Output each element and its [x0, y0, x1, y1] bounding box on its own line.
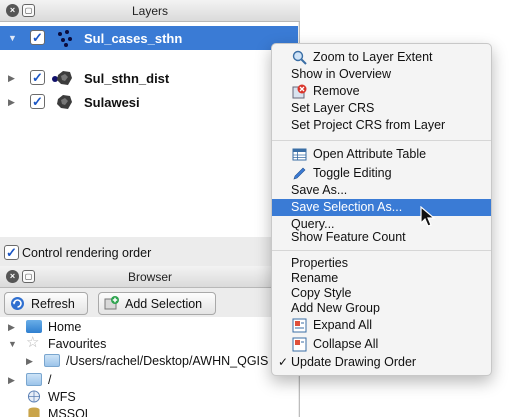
collapse-triangle-icon[interactable]: ▶	[26, 356, 33, 367]
control-rendering-order-label: Control rendering order	[22, 246, 152, 260]
expand-triangle-icon[interactable]: ▼	[8, 339, 17, 349]
menu-item-label: Collapse All	[313, 337, 379, 351]
menu-item-label: Open Attribute Table	[313, 147, 427, 161]
menu-item-label: Remove	[313, 84, 360, 98]
expand-icon	[292, 318, 307, 333]
browser-item-label: /	[48, 373, 52, 387]
folder-icon	[44, 354, 60, 367]
layer-checkbox[interactable]: ✓	[30, 30, 45, 45]
dock-column: × ▢ Layers ▼ ✓ Sul_cases_sthn ▶ ✓ Sul_st…	[0, 0, 300, 417]
menu-item-save-as[interactable]: Save As...	[272, 182, 491, 199]
collapse-triangle-icon[interactable]: ▶	[8, 73, 15, 84]
menu-item-label: Toggle Editing	[313, 166, 392, 180]
browser-panel-title: Browser	[127, 270, 172, 284]
browser-item-label: MSSQL	[48, 407, 92, 417]
collapse-triangle-icon[interactable]: ▶	[8, 322, 15, 333]
checkmark-icon: ✓	[278, 355, 289, 369]
browser-item-label: Home	[48, 320, 82, 334]
folder-icon	[26, 320, 42, 333]
layer-context-menu: Zoom to Layer Extent Show in Overview Re…	[271, 43, 492, 376]
mouse-cursor-icon	[420, 206, 436, 227]
menu-item-toggle-editing[interactable]: Toggle Editing	[272, 165, 491, 182]
collapse-triangle-icon[interactable]: ▶	[8, 97, 15, 108]
control-rendering-order[interactable]: ✓ Control rendering order	[0, 242, 298, 264]
browser-toolbar: Refresh Add Selection	[0, 289, 298, 317]
add-selection-button[interactable]: Add Selection	[98, 292, 216, 315]
collapse-triangle-icon[interactable]: ▶	[8, 375, 15, 386]
browser-item-label: WFS	[48, 390, 76, 404]
menu-item-expand-all[interactable]: Expand All	[272, 317, 491, 334]
layer-checkbox[interactable]: ✓	[30, 70, 45, 85]
control-rendering-order-checkbox[interactable]: ✓	[4, 245, 19, 260]
menu-item-open-attribute-table[interactable]: Open Attribute Table	[272, 146, 491, 163]
database-icon	[28, 407, 40, 417]
refresh-label: Refresh	[31, 297, 75, 311]
menu-item-label: Set Project CRS from Layer	[291, 118, 446, 132]
layer-row-sul-cases-sthn[interactable]: ▼ ✓ Sul_cases_sthn	[0, 26, 298, 50]
refresh-button[interactable]: Refresh	[4, 292, 88, 315]
menu-item-set-project-crs[interactable]: Set Project CRS from Layer	[272, 117, 491, 134]
folder-icon	[26, 373, 42, 386]
menu-item-zoom-to-layer-extent[interactable]: Zoom to Layer Extent	[272, 49, 491, 66]
menu-separator	[272, 140, 491, 141]
layers-panel-title: Layers	[131, 4, 169, 18]
browser-item-label: /Users/rachel/Desktop/AWHN_QGIS	[66, 354, 269, 368]
layer-label: Sul_sthn_dist	[84, 71, 170, 86]
menu-item-show-in-overview[interactable]: Show in Overview	[272, 66, 491, 83]
expand-triangle-icon[interactable]: ▼	[8, 33, 17, 43]
menu-item-add-new-group[interactable]: Add New Group	[272, 300, 491, 317]
menu-item-label: Copy Style	[291, 286, 352, 300]
menu-item-label: Show Feature Count	[291, 230, 406, 244]
add-layer-icon	[104, 296, 119, 310]
menu-item-show-feature-count[interactable]: Show Feature Count	[272, 229, 491, 246]
browser-item-label: Favourites	[48, 337, 107, 351]
menu-item-label: Zoom to Layer Extent	[313, 50, 433, 64]
layer-row-sul-sthn-dist[interactable]: ▶ ✓ Sul_sthn_dist	[0, 66, 298, 90]
menu-item-label: Rename	[291, 271, 339, 285]
menu-item-label: Set Layer CRS	[291, 101, 375, 115]
add-selection-label: Add Selection	[125, 297, 203, 311]
menu-item-collapse-all[interactable]: Collapse All	[272, 336, 491, 353]
menu-item-label: Properties	[291, 256, 348, 270]
menu-item-set-layer-crs[interactable]: Set Layer CRS	[272, 100, 491, 117]
layers-panel-header: × ▢ Layers	[0, 0, 300, 22]
layer-checkbox[interactable]: ✓	[30, 94, 45, 109]
refresh-icon	[11, 297, 24, 310]
polygon-layer-icon	[57, 95, 72, 109]
menu-item-save-selection-as[interactable]: Save Selection As...	[272, 199, 491, 216]
menu-item-label: Save Selection As...	[291, 200, 403, 214]
point-layer-icon	[58, 30, 72, 47]
layer-row-sulawesi[interactable]: ▶ ✓ Sulawesi	[0, 90, 298, 114]
collapse-icon	[292, 337, 307, 352]
browser-tree[interactable]: ▶ Home ▼ ☆ Favourites ▶ /Users/rachel/De…	[0, 317, 298, 417]
menu-item-label: Save As...	[291, 183, 348, 197]
pencil-icon	[293, 167, 306, 180]
menu-item-label: Update Drawing Order	[291, 355, 417, 369]
menu-item-update-drawing-order[interactable]: ✓ Update Drawing Order	[272, 354, 491, 371]
remove-icon	[292, 84, 307, 99]
browser-panel-header: × ▢ Browser	[0, 266, 300, 288]
menu-item-label: Add New Group	[291, 301, 380, 315]
wfs-icon	[27, 390, 41, 403]
menu-item-remove[interactable]: Remove	[272, 83, 491, 100]
zoom-icon	[292, 50, 307, 65]
menu-item-label: Expand All	[313, 318, 373, 332]
layer-label: Sulawesi	[84, 95, 140, 110]
star-icon: ☆	[26, 334, 40, 351]
layer-label: Sul_cases_sthn	[84, 31, 183, 46]
polygon-layer-icon	[57, 71, 72, 85]
layers-tree[interactable]: ▼ ✓ Sul_cases_sthn ▶ ✓ Sul_sthn_dist ▶ ✓	[0, 22, 298, 237]
menu-separator	[272, 250, 491, 251]
menu-item-label: Show in Overview	[291, 67, 392, 81]
table-icon	[292, 148, 307, 161]
